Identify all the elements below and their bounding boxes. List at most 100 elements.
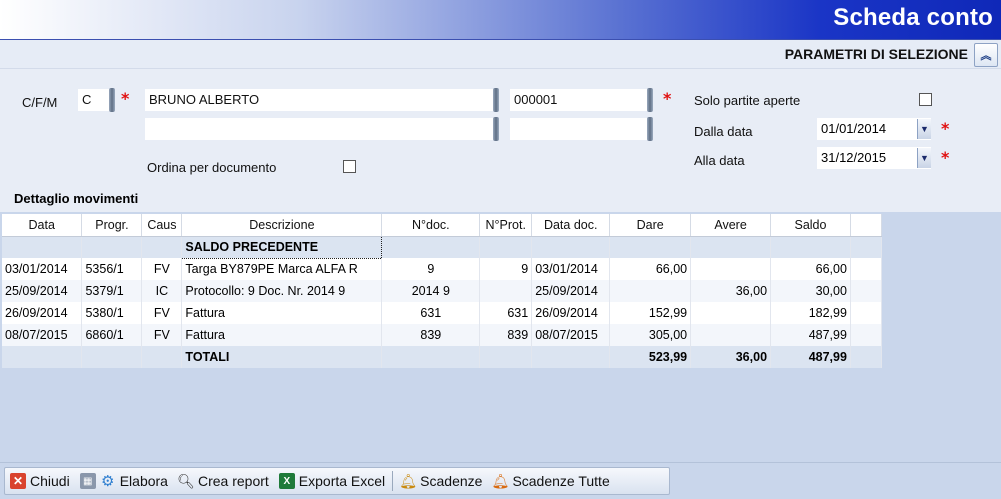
export-excel-button[interactable]: X Exporta Excel: [274, 467, 390, 495]
required-mark: *: [941, 148, 950, 167]
movements-grid[interactable]: Data Progr. Caus Descrizione N°doc. N°Pr…: [2, 214, 883, 368]
to-date-value: 31/12/2015: [821, 150, 887, 165]
cell-nprot: 631: [479, 302, 533, 324]
cell-data: 25/09/2014: [2, 280, 83, 302]
process-label: Elabora: [119, 473, 168, 489]
column-header[interactable]: Descrizione: [181, 214, 383, 237]
cell-datadoc: 03/01/2014: [531, 258, 611, 280]
code-lookup-grip[interactable]: [647, 88, 653, 112]
grid-header-row: Data Progr. Caus Descrizione N°doc. N°Pr…: [2, 214, 883, 237]
saldo-precedente-row[interactable]: SALDO PRECEDENTE: [2, 235, 883, 259]
all-due-dates-label: Scadenze Tutte: [512, 473, 610, 489]
close-button[interactable]: ✕ Chiudi: [5, 467, 75, 495]
toolbar-strip: ✕ Chiudi ▦ ⚙ Elabora 🔍︎ Crea report X Ex…: [4, 467, 670, 495]
column-header[interactable]: Saldo: [770, 214, 851, 237]
from-date-dropdown[interactable]: ▼: [917, 119, 931, 139]
column-header[interactable]: N°doc.: [381, 214, 481, 237]
order-by-doc-label: Ordina per documento: [147, 160, 277, 175]
saldo-precedente-label: SALDO PRECEDENTE: [181, 235, 383, 259]
close-icon: ✕: [10, 473, 26, 489]
cell-nprot: 9: [479, 258, 533, 280]
cell-ndoc: 631: [381, 302, 481, 324]
calculator-icon: ▦: [79, 473, 96, 489]
cell-caus: IC: [141, 280, 183, 302]
name2-lookup-grip[interactable]: [493, 117, 499, 141]
chevron-down-icon: ▼: [920, 153, 929, 163]
cell-saldo: 487,99: [770, 324, 851, 346]
name-lookup-grip[interactable]: [493, 88, 499, 112]
table-row[interactable]: 03/01/2014 5356/1 FV Targa BY879PE Marca…: [2, 258, 883, 280]
create-report-button[interactable]: 🔍︎ Crea report: [173, 467, 274, 495]
cell-progr: 5356/1: [81, 258, 143, 280]
account-code2-field[interactable]: [510, 118, 648, 140]
cell-nprot: [479, 280, 533, 302]
cell-avere: [690, 324, 772, 346]
cell-ndoc: 2014 9: [381, 280, 481, 302]
cell-dare: 305,00: [609, 324, 692, 346]
params-panel: C/F/M C * BRUNO ALBERTO 000001 * Ordina …: [0, 69, 1001, 184]
cell-data: 26/09/2014: [2, 302, 83, 324]
all-due-dates-button[interactable]: 🔔︎ Scadenze Tutte: [487, 467, 614, 495]
chevron-up-icon: ︽: [980, 49, 992, 62]
total-avere: 36,00: [690, 346, 772, 368]
bell-ringing-icon: 🔔︎: [491, 472, 510, 489]
column-header[interactable]: Data doc.: [531, 214, 611, 237]
table-row[interactable]: 08/07/2015 6860/1 FV Fattura 839 839 08/…: [2, 324, 883, 346]
from-date-field[interactable]: 01/01/2014 ▼: [817, 118, 931, 140]
open-only-label: Solo partite aperte: [694, 93, 801, 108]
cell-progr: 5379/1: [81, 280, 143, 302]
to-date-field[interactable]: 31/12/2015 ▼: [817, 147, 931, 169]
table-row[interactable]: 26/09/2014 5380/1 FV Fattura 631 631 26/…: [2, 302, 883, 324]
collapse-params-button[interactable]: ︽: [974, 43, 998, 67]
cell-caus: FV: [141, 258, 183, 280]
table-row[interactable]: 25/09/2014 5379/1 IC Protocollo: 9 Doc. …: [2, 280, 883, 302]
section-title: Dettaglio movimenti: [14, 191, 139, 206]
cell-saldo: 30,00: [770, 280, 851, 302]
total-dare: 523,99: [609, 346, 692, 368]
total-saldo: 487,99: [770, 346, 851, 368]
params-header: PARAMETRI DI SELEZIONE ︽: [0, 40, 1001, 69]
cell-caus: FV: [141, 324, 183, 346]
column-header[interactable]: Data: [2, 214, 83, 237]
bell-icon: 🔔︎: [399, 472, 418, 489]
cell-dare: 152,99: [609, 302, 692, 324]
open-only-checkbox[interactable]: [919, 93, 932, 106]
cell-ndoc: 839: [381, 324, 481, 346]
cell-data: 03/01/2014: [2, 258, 83, 280]
excel-icon: X: [278, 473, 295, 489]
due-dates-button[interactable]: 🔔︎ Scadenze: [395, 467, 487, 495]
params-header-label: PARAMETRI DI SELEZIONE: [784, 46, 968, 62]
from-date-label: Dalla data: [694, 124, 753, 139]
cell-descr: Targa BY879PE Marca ALFA R: [181, 258, 383, 280]
cell-progr: 6860/1: [81, 324, 143, 346]
account-name-field[interactable]: BRUNO ALBERTO: [145, 89, 495, 111]
to-date-dropdown[interactable]: ▼: [917, 148, 931, 168]
title-bar: Scheda conto: [0, 0, 1001, 40]
cell-dare: 66,00: [609, 258, 692, 280]
cell-dare: [609, 280, 692, 302]
process-button[interactable]: ▦ ⚙ Elabora: [75, 467, 173, 495]
chevron-down-icon: ▼: [920, 124, 929, 134]
column-header-filler: [850, 214, 883, 237]
code2-lookup-grip[interactable]: [647, 117, 653, 141]
account-name2-field[interactable]: [145, 118, 495, 140]
cell-avere: [690, 302, 772, 324]
column-header[interactable]: Caus: [141, 214, 183, 237]
column-header[interactable]: N°Prot.: [479, 214, 533, 237]
cell-saldo: 66,00: [770, 258, 851, 280]
column-header[interactable]: Progr.: [81, 214, 143, 237]
required-mark: *: [121, 89, 130, 108]
order-by-doc-checkbox[interactable]: [343, 160, 356, 173]
report-preview-icon: 🔍︎: [177, 472, 195, 489]
cell-datadoc: 26/09/2014: [531, 302, 611, 324]
cfm-field[interactable]: C: [78, 89, 110, 111]
account-code-field[interactable]: 000001: [510, 89, 648, 111]
column-header[interactable]: Avere: [690, 214, 772, 237]
cell-avere: [690, 258, 772, 280]
column-header[interactable]: Dare: [609, 214, 692, 237]
cell-progr: 5380/1: [81, 302, 143, 324]
required-mark: *: [663, 89, 672, 108]
cell-datadoc: 08/07/2015: [531, 324, 611, 346]
from-date-value: 01/01/2014: [821, 121, 887, 136]
cfm-lookup-grip[interactable]: [109, 88, 115, 112]
